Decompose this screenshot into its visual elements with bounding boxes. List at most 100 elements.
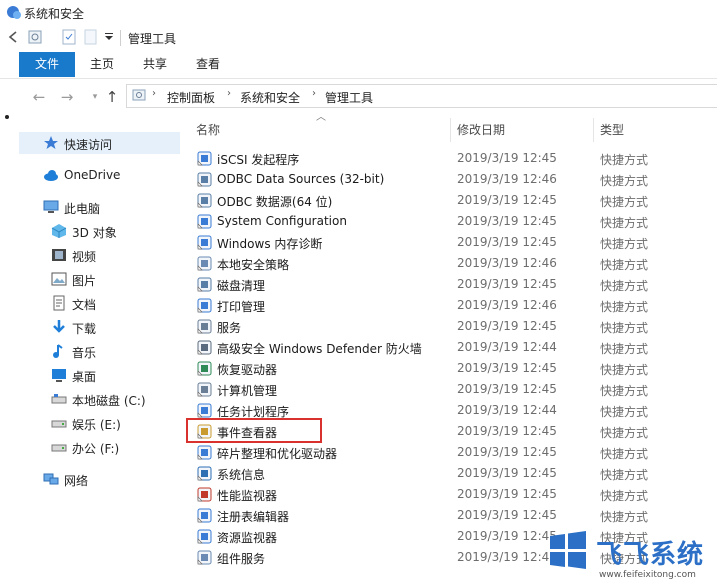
file-name: 服务 [217, 321, 242, 335]
network-icon [43, 473, 59, 485]
drive-icon [51, 444, 67, 452]
chevron-right-icon[interactable]: › [312, 88, 316, 99]
file-row[interactable]: ODBC 数据源(64 位) 2019/3/19 12:45 快捷方式 [188, 190, 717, 211]
file-row[interactable]: Windows 内存诊断 2019/3/19 12:45 快捷方式 [188, 232, 717, 253]
file-row[interactable]: 高级安全 Windows Defender 防火墙 2019/3/19 12:44… [188, 337, 717, 358]
file-row[interactable]: 计算机管理 2019/3/19 12:45 快捷方式 [188, 379, 717, 400]
customize-dropdown-icon[interactable] [100, 28, 118, 46]
file-row[interactable]: 恢复驱动器 2019/3/19 12:45 快捷方式 [188, 358, 717, 379]
file-name: 资源监视器 [217, 531, 278, 545]
sidebar-item-network[interactable]: 网络 [19, 468, 180, 490]
file-row[interactable]: System Configuration 2019/3/19 12:45 快捷方式 [188, 211, 717, 232]
control-panel-icon [132, 89, 146, 101]
file-name: Windows 内存诊断 [217, 237, 323, 251]
file-date: 2019/3/19 12:45 [457, 319, 557, 333]
services-icon [197, 319, 212, 334]
sidebar-item-drive-e[interactable]: 娱乐 (E:) [19, 412, 180, 434]
file-date: 2019/3/19 12:45 [457, 508, 557, 522]
file-name: ODBC 数据源(64 位) [217, 195, 333, 209]
file-name: 组件服务 [217, 552, 266, 566]
security-policy-icon [197, 256, 212, 271]
chevron-right-icon[interactable]: › [227, 88, 231, 99]
tab-file[interactable]: 文件 [19, 52, 75, 77]
back-arrow-icon[interactable] [4, 28, 22, 46]
file-row[interactable]: 磁盘清理 2019/3/19 12:45 快捷方式 [188, 274, 717, 295]
file-type: 快捷方式 [600, 216, 649, 230]
file-date: 2019/3/19 12:45 [457, 361, 557, 375]
sidebar-item-local-disk-c[interactable]: 本地磁盘 (C:) [19, 388, 180, 410]
sidebar-item-pictures[interactable]: 图片 [19, 268, 180, 290]
file-name: System Configuration [217, 214, 347, 228]
file-type: 快捷方式 [600, 174, 649, 188]
sidebar-item-desktop[interactable]: 桌面 [19, 364, 180, 386]
column-header-type[interactable]: 类型 [600, 121, 624, 138]
file-date: 2019/3/19 12:45 [457, 382, 557, 396]
memory-diagnostic-icon [197, 235, 212, 250]
file-name: 计算机管理 [217, 384, 278, 398]
file-type: 快捷方式 [600, 363, 649, 377]
back-button[interactable]: ← [30, 88, 48, 106]
recent-locations-chevron-icon[interactable]: ▾ [86, 88, 104, 106]
file-row[interactable]: 碎片整理和优化驱动器 2019/3/19 12:45 快捷方式 [188, 442, 717, 463]
column-divider[interactable] [593, 118, 594, 142]
download-icon [53, 320, 65, 333]
file-date: 2019/3/19 12:45 [457, 193, 557, 207]
desktop-icon [52, 369, 66, 382]
sidebar-item-quick-access[interactable]: 快速访问 [19, 132, 180, 154]
folder-title: 管理工具 [128, 32, 177, 46]
file-name: 注册表编辑器 [217, 510, 290, 524]
sidebar-item-drive-f[interactable]: 办公 (F:) [19, 436, 180, 458]
sidebar-item-music[interactable]: 音乐 [19, 340, 180, 362]
chevron-right-icon[interactable]: › [152, 88, 156, 99]
file-row[interactable]: 注册表编辑器 2019/3/19 12:45 快捷方式 [188, 505, 717, 526]
file-date: 2019/3/19 12:45 [457, 529, 557, 543]
breadcrumb-admin-tools[interactable]: 管理工具 [325, 89, 373, 106]
file-type: 快捷方式 [600, 384, 649, 398]
sidebar-item-videos[interactable]: 视频 [19, 244, 180, 266]
breadcrumb-system-security[interactable]: 系统和安全 [240, 89, 300, 106]
tab-home[interactable]: 主页 [87, 52, 117, 77]
file-row[interactable]: iSCSI 发起程序 2019/3/19 12:45 快捷方式 [188, 148, 717, 169]
star-icon [44, 136, 58, 149]
file-row[interactable]: 系统信息 2019/3/19 12:45 快捷方式 [188, 463, 717, 484]
print-management-icon [197, 298, 212, 313]
sort-ascending-icon: ︿ [316, 112, 326, 123]
sidebar-item-downloads[interactable]: 下载 [19, 316, 180, 338]
file-type: 快捷方式 [600, 468, 649, 482]
file-date: 2019/3/19 12:46 [457, 172, 557, 186]
file-row[interactable]: 本地安全策略 2019/3/19 12:46 快捷方式 [188, 253, 717, 274]
iscsi-icon [197, 151, 212, 166]
watermark-text: 飞飞系统 [596, 540, 705, 570]
file-row[interactable]: 性能监视器 2019/3/19 12:45 快捷方式 [188, 484, 717, 505]
document-icon [53, 295, 65, 311]
sidebar-item-onedrive[interactable]: OneDrive [19, 164, 180, 186]
performance-monitor-icon [197, 487, 212, 502]
up-button[interactable]: ↑ [103, 88, 121, 106]
file-name: 磁盘清理 [217, 279, 266, 293]
sidebar-item-3d-objects[interactable]: 3D 对象 [19, 220, 180, 242]
focus-dot [5, 115, 9, 119]
column-divider[interactable] [450, 118, 451, 142]
file-type: 快捷方式 [600, 426, 649, 440]
file-type: 快捷方式 [600, 279, 649, 293]
file-date: 2019/3/19 12:45 [457, 277, 557, 291]
column-header-date[interactable]: 修改日期 [457, 121, 505, 138]
file-type: 快捷方式 [600, 195, 649, 209]
file-name: 碎片整理和优化驱动器 [217, 447, 338, 461]
properties-icon[interactable] [26, 28, 44, 46]
new-folder-icon[interactable] [82, 28, 100, 46]
check-icon[interactable] [60, 28, 78, 46]
file-row[interactable]: ODBC Data Sources (32-bit) 2019/3/19 12:4… [188, 169, 717, 190]
sidebar-item-this-pc[interactable]: 此电脑 [19, 196, 180, 218]
sidebar-item-documents[interactable]: 文档 [19, 292, 180, 314]
file-row[interactable]: 服务 2019/3/19 12:45 快捷方式 [188, 316, 717, 337]
breadcrumb-control-panel[interactable]: 控制面板 [167, 89, 215, 106]
control-panel-icon [7, 6, 21, 19]
recovery-drive-icon [197, 361, 212, 376]
forward-button[interactable]: → [58, 88, 76, 106]
file-row[interactable]: 打印管理 2019/3/19 12:46 快捷方式 [188, 295, 717, 316]
column-header-name[interactable]: 名称 [196, 121, 220, 138]
tab-view[interactable]: 查看 [193, 52, 223, 77]
tab-share[interactable]: 共享 [140, 52, 170, 77]
drive-icon [51, 394, 67, 404]
